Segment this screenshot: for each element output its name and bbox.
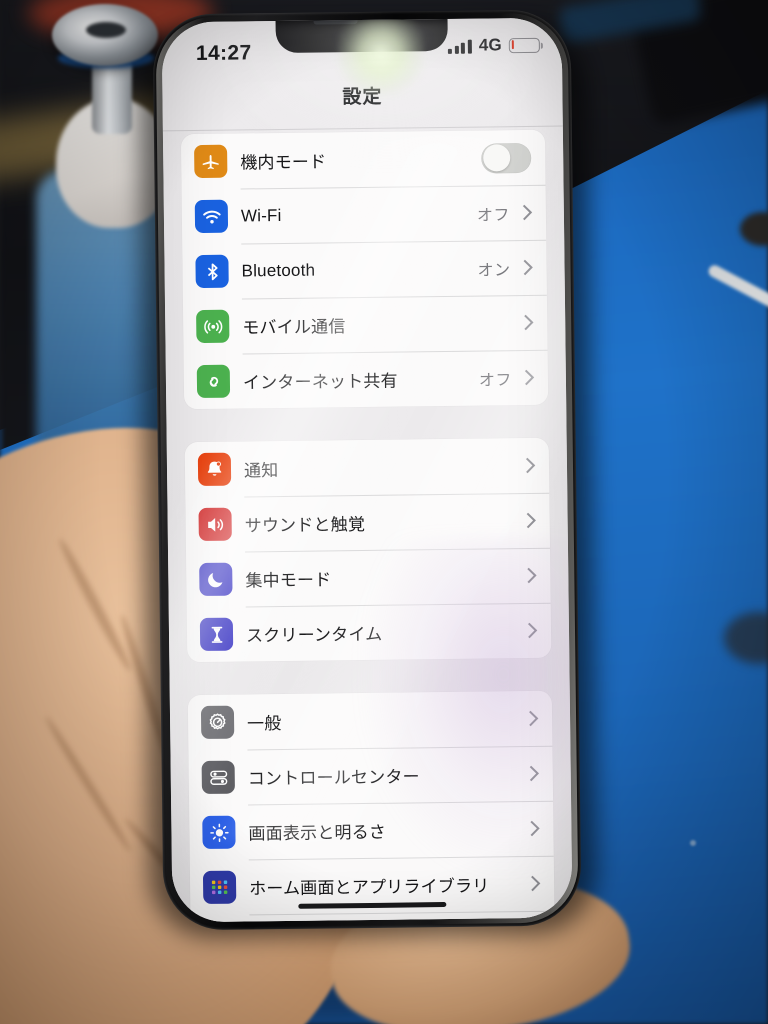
settings-row-focus[interactable]: 集中モード — [186, 548, 551, 607]
iphone-device: 14:27 4G 設定 機内モード Wi-Fi オフ Bluetooth オン … — [134, 5, 598, 939]
settings-group-connectivity: 機内モード Wi-Fi オフ Bluetooth オン モバイル通信 インターネ… — [180, 129, 549, 410]
settings-row-cellular[interactable]: モバイル通信 — [183, 295, 548, 354]
moon-icon — [199, 562, 233, 597]
speaker-icon — [198, 507, 232, 542]
battery-low-icon — [508, 37, 540, 53]
settings-group-alerts: 通知 サウンドと触覚 集中モード スクリーンタイム — [184, 437, 552, 663]
settings-row-label: スクリーンタイム — [245, 624, 383, 646]
airplane-icon — [194, 144, 228, 179]
hotspot-icon — [196, 364, 231, 399]
home-screen-icon — [202, 870, 237, 904]
settings-row-hotspot[interactable]: インターネット共有 オフ — [184, 350, 549, 409]
settings-group-system: 一般 コントロールセンター 画面表示と明るさ ホーム画面とアプリライブラリ — [187, 690, 556, 923]
bell-icon — [197, 452, 232, 487]
settings-row-control-center[interactable]: コントロールセンター — [188, 746, 553, 805]
page-title: 設定 — [342, 86, 383, 109]
settings-row-value: オフ — [478, 371, 513, 390]
settings-row-wifi[interactable]: Wi-Fi オフ — [182, 185, 547, 244]
chrome-stem — [92, 58, 132, 134]
cellular-icon — [196, 309, 230, 344]
status-bar: 14:27 4G — [162, 17, 563, 77]
settings-row-label: サウンドと触覚 — [244, 514, 366, 536]
settings-row-notifications[interactable]: 通知 — [185, 438, 550, 497]
mat-speck-2 — [690, 840, 696, 846]
network-type-label: 4G — [478, 35, 502, 55]
settings-row-value: オフ — [476, 206, 511, 225]
settings-row-airplane-mode[interactable]: 機内モード — [181, 130, 546, 189]
chevron-right-icon — [517, 314, 534, 331]
chrome-knob-hole — [86, 22, 126, 38]
ios-settings-app: 14:27 4G 設定 機内モード Wi-Fi オフ Bluetooth オン … — [161, 17, 573, 923]
settings-row-label: Wi-Fi — [240, 205, 282, 225]
wifi-icon — [194, 199, 229, 234]
battery-fill — [511, 40, 515, 50]
settings-row-label: 画面表示と明るさ — [248, 822, 387, 844]
hourglass-icon — [199, 617, 234, 652]
photo-scene: 14:27 4G 設定 機内モード Wi-Fi オフ Bluetooth オン … — [0, 0, 768, 1024]
status-bar-time: 14:27 — [195, 41, 252, 66]
settings-row-label: ホーム画面とアプリライブラリ — [249, 876, 490, 899]
brightness-icon — [202, 815, 236, 849]
airplane-mode-switch[interactable] — [481, 142, 532, 174]
settings-row-label: コントロールセンター — [247, 767, 420, 789]
signal-bars-icon — [448, 38, 472, 54]
settings-row-label: 一般 — [247, 714, 282, 734]
settings-row-sounds-haptics[interactable]: サウンドと触覚 — [185, 493, 550, 552]
status-bar-indicators: 4G — [448, 35, 540, 56]
settings-row-label: 通知 — [243, 461, 279, 481]
settings-row-label: インターネット共有 — [242, 371, 398, 393]
settings-row-label: Bluetooth — [241, 260, 316, 280]
settings-row-value: オン — [477, 261, 511, 280]
chevron-right-icon — [517, 259, 533, 276]
settings-row-bluetooth[interactable]: Bluetooth オン — [182, 240, 547, 299]
gear-icon — [200, 705, 235, 740]
switch-knob — [482, 144, 510, 172]
settings-list: 機内モード Wi-Fi オフ Bluetooth オン モバイル通信 インターネ… — [163, 129, 573, 923]
chevron-right-icon — [516, 204, 533, 221]
settings-row-display-brightness[interactable]: 画面表示と明るさ — [189, 801, 554, 860]
chevron-right-icon — [518, 369, 535, 386]
bluetooth-icon — [195, 254, 229, 289]
settings-row-label: 集中モード — [245, 570, 332, 591]
control-center-icon — [201, 760, 235, 795]
display-notch — [275, 17, 448, 54]
settings-row-general[interactable]: 一般 — [188, 691, 553, 750]
settings-row-label: 機内モード — [240, 152, 327, 173]
settings-row-screen-time[interactable]: スクリーンタイム — [187, 603, 552, 662]
phone-screen: 14:27 4G 設定 機内モード Wi-Fi オフ Bluetooth オン … — [161, 17, 573, 923]
settings-row-label: モバイル通信 — [242, 317, 346, 338]
